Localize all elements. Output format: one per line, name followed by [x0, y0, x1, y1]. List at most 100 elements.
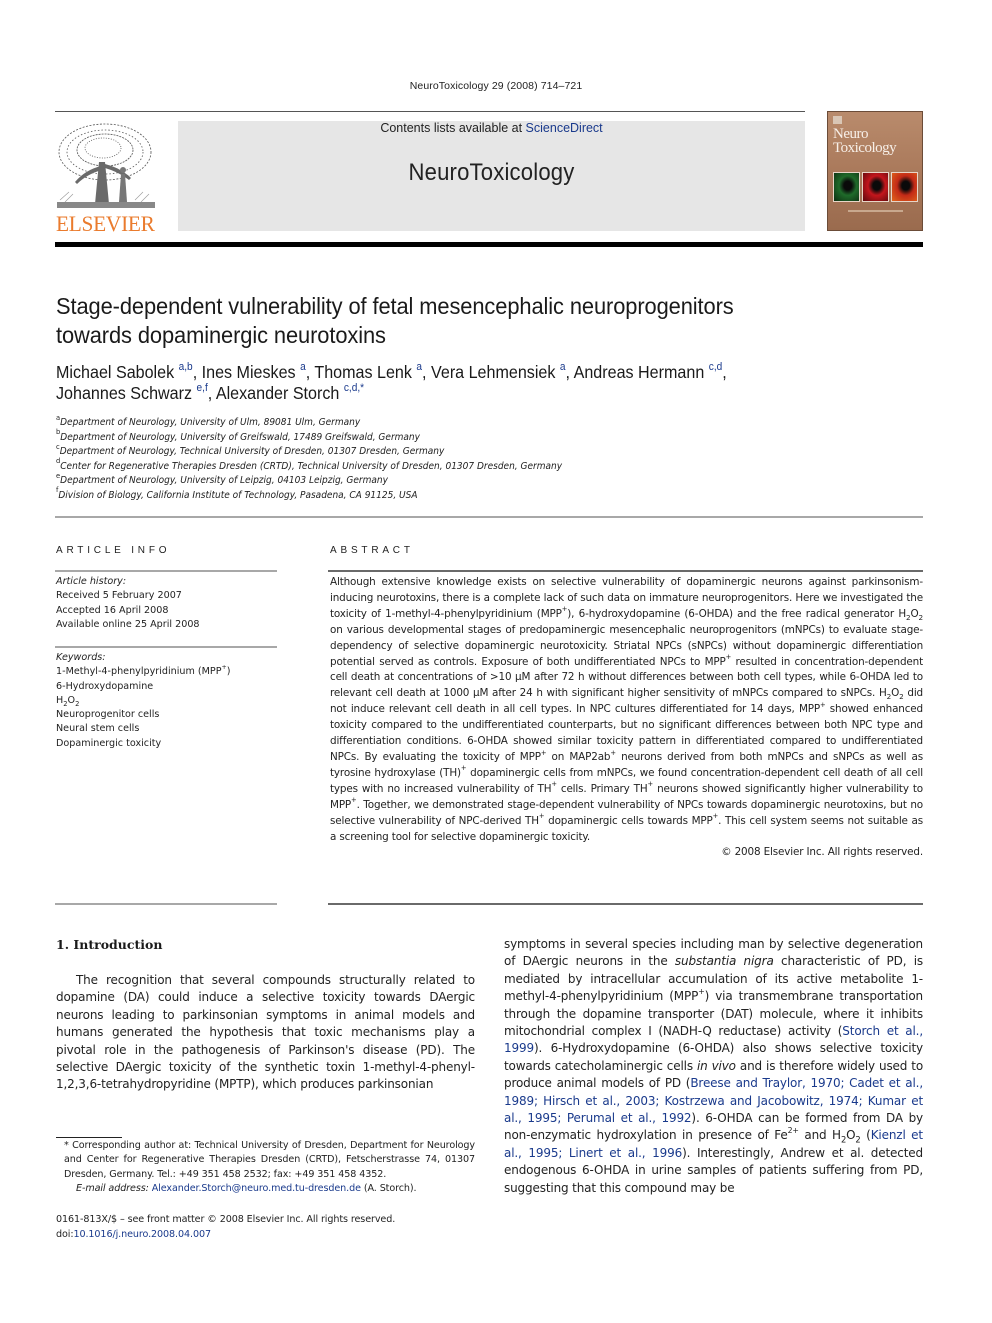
author-separator: , — [192, 362, 202, 382]
affiliation-item: dCenter for Regenerative Therapies Dresd… — [56, 457, 728, 475]
author-line-1: Michael Sabolek a,b, Ines Mieskes a, Tho… — [56, 361, 866, 383]
author-line-2: Johannes Schwarz e,f, Alexander Storch c… — [56, 382, 866, 404]
author[interactable]: Thomas Lenk a — [314, 361, 422, 382]
affiliation-key: b — [56, 428, 61, 437]
author-affiliation-link[interactable]: a — [416, 361, 422, 373]
email-link[interactable]: Alexander.Storch@neuro.med.tu-dresden.de — [152, 1183, 361, 1194]
affiliation-item: fDivision of Biology, California Institu… — [56, 487, 728, 504]
abstract-rule-bottom — [328, 903, 923, 905]
cover-title-line1: Neuro — [833, 126, 869, 142]
abstract-body: Although extensive knowledge exists on s… — [330, 575, 923, 861]
article-info-rule-top — [55, 570, 277, 572]
author[interactable]: Ines Mieskes a — [201, 361, 306, 382]
article-info-rule-mid — [55, 646, 277, 648]
affiliation-text: Department of Neurology, University of U… — [60, 417, 361, 428]
affiliation-item: eDepartment of Neurology, University of … — [56, 471, 728, 489]
affiliation-item: bDepartment of Neurology, University of … — [56, 428, 728, 446]
author[interactable]: Andreas Hermann c,d — [573, 361, 723, 382]
history-received: Received 5 February 2007 — [56, 590, 182, 602]
affiliation-list: aDepartment of Neurology, University of … — [56, 413, 728, 504]
affiliation-text: Department of Neurology, University of L… — [60, 475, 388, 486]
affiliation-text: Department of Neurology, University of G… — [60, 431, 420, 443]
author-name: Johannes Schwarz — [56, 383, 193, 403]
author[interactable]: Michael Sabolek a,b — [56, 361, 193, 382]
email-line: E-mail address: Alexander.Storch@neuro.m… — [56, 1182, 475, 1196]
affiliation-key: a — [56, 413, 61, 422]
article-title: Stage-dependent vulnerability of fetal m… — [56, 292, 856, 350]
cover-publisher-mark — [833, 116, 842, 124]
cover-image-panels — [833, 172, 918, 202]
header-top-rule — [55, 111, 805, 112]
body-text-italic: substantia nigra — [674, 954, 774, 969]
author[interactable]: Vera Lehmensiek a — [431, 361, 566, 382]
author-affiliation-link[interactable]: c,d — [709, 361, 723, 373]
author-name: Ines Mieskes — [201, 362, 296, 382]
corresponding-author-text: * Corresponding author at: Technical Uni… — [64, 1140, 475, 1180]
affiliation-key: e — [56, 471, 61, 480]
doi-link[interactable]: 10.1016/j.neuro.2008.04.007 — [73, 1229, 211, 1240]
front-matter: 0161-813X/$ – see front matter © 2008 El… — [56, 1212, 556, 1242]
author-separator: , — [305, 362, 315, 382]
article-history: Article history: Received 5 February 200… — [56, 575, 269, 632]
journal-title[interactable]: NeuroToxicology — [203, 159, 780, 187]
keywords-label: Keywords: — [56, 652, 106, 663]
email-suffix: (A. Storch). — [360, 1182, 417, 1194]
body-text-italic: in vivo — [696, 1058, 736, 1073]
elsevier-wordmark: ELSEVIER — [56, 211, 155, 236]
cover-title-line2: Toxicology — [833, 140, 897, 156]
affiliation-text: Department of Neurology, Technical Unive… — [59, 446, 445, 457]
issn-line: 0161-813X/$ – see front matter © 2008 El… — [56, 1214, 396, 1225]
abstract-text: Although extensive knowledge exists on s… — [330, 576, 924, 843]
author-name: Vera Lehmensiek — [431, 362, 556, 382]
author-affiliation-link[interactable]: a — [300, 361, 306, 373]
section-heading-introduction: 1. Introduction — [56, 937, 163, 952]
history-online: Available online 25 April 2008 — [56, 618, 200, 630]
affiliation-item: cDepartment of Neurology, Technical Univ… — [56, 442, 728, 460]
author[interactable]: Johannes Schwarz e,f — [56, 382, 208, 403]
keyword-item: Neuroprogenitor cells — [56, 709, 160, 721]
author-name: Michael Sabolek — [56, 362, 175, 382]
contents-availability: Contents lists available at ScienceDirec… — [178, 121, 805, 135]
cover-title: Neuro Toxicology — [833, 126, 897, 156]
doi-prefix: doi: — [56, 1229, 74, 1240]
cover-panel-red — [862, 172, 889, 202]
cover-footer-line — [848, 210, 903, 212]
keyword-item: 6-Hydroxydopamine — [56, 680, 154, 692]
cover-panel-orange — [891, 172, 918, 202]
email-label: E-mail address: — [76, 1182, 152, 1194]
abstract-copyright: © 2008 Elsevier Inc. All rights reserved… — [721, 846, 923, 859]
doi-line: doi:10.1016/j.neuro.2008.04.007 — [56, 1227, 556, 1242]
sciencedirect-link[interactable]: ScienceDirect — [526, 121, 603, 135]
author-affiliation-link[interactable]: e,f — [197, 382, 208, 394]
cover-panel-green — [833, 172, 860, 202]
history-accepted: Accepted 16 April 2008 — [56, 604, 169, 616]
journal-cover-thumbnail[interactable]: Neuro Toxicology — [827, 111, 923, 231]
keyword-item: Dopaminergic toxicity — [56, 737, 162, 749]
superscript: + — [698, 987, 705, 997]
affiliations-divider — [55, 516, 923, 518]
keyword-item: 1-Methyl-4-phenylpyridinium (MPP+) — [56, 663, 231, 678]
author-name: Alexander Storch — [215, 383, 340, 403]
contents-prefix: Contents lists available at — [380, 121, 526, 135]
author-affiliation-link[interactable]: a — [560, 361, 566, 373]
author-list: Michael Sabolek a,b, Ines Mieskes a, Tho… — [56, 361, 866, 404]
article-title-line2: towards dopaminergic neurotoxins — [56, 322, 386, 348]
header-thick-rule — [55, 242, 923, 247]
affiliation-key: d — [56, 457, 61, 466]
author[interactable]: Alexander Storch c,d,* — [215, 382, 364, 403]
author-separator: , — [207, 383, 216, 403]
author-affiliation-link[interactable]: c,d,* — [344, 382, 364, 394]
body-column-left: The recognition that several compounds s… — [56, 972, 475, 1094]
author-name: Andreas Hermann — [573, 362, 705, 382]
article-info-heading: ARTICLE INFO — [56, 545, 171, 556]
body-column-right: symptoms in several species including ma… — [504, 936, 923, 1197]
keyword-list: Keywords: 1-Methyl-4-phenylpyridinium (M… — [56, 651, 269, 751]
affiliation-item: aDepartment of Neurology, University of … — [56, 413, 728, 431]
journal-banner: Contents lists available at ScienceDirec… — [178, 121, 805, 231]
publisher-logo[interactable]: ELSEVIER — [55, 122, 157, 236]
article-history-label: Article history: — [56, 576, 127, 587]
author-affiliation-link[interactable]: a,b — [179, 361, 193, 373]
author-name: Thomas Lenk — [314, 362, 412, 382]
affiliation-key: c — [56, 442, 60, 451]
abstract-heading: ABSTRACT — [330, 545, 414, 556]
